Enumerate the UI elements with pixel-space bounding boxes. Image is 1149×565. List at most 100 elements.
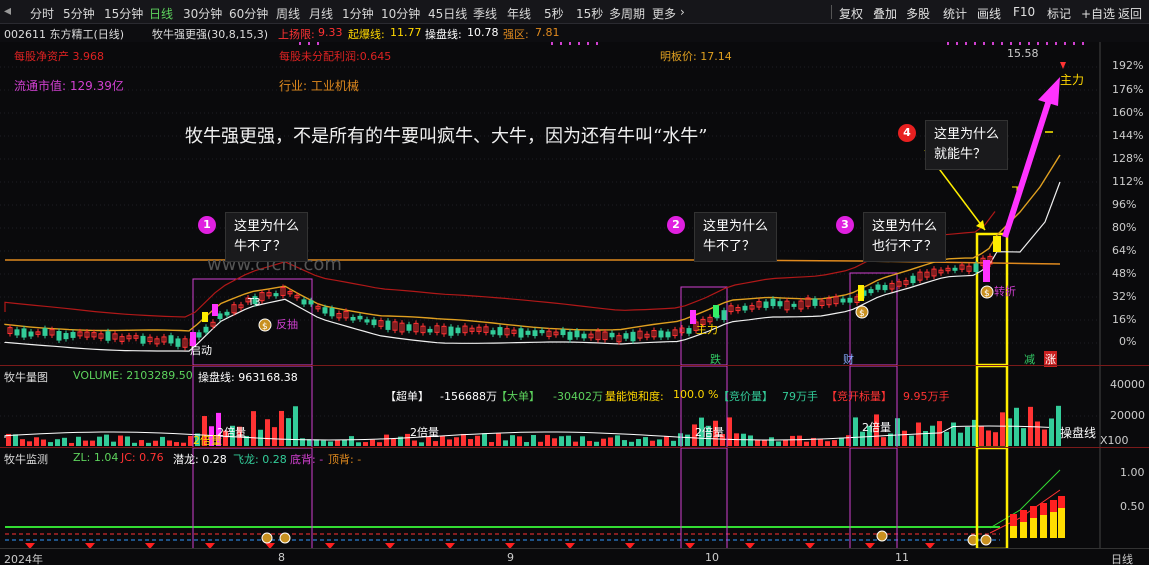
volume-bar xyxy=(104,434,109,446)
coin-icon xyxy=(876,530,888,542)
add-favorite-button[interactable]: +自选 xyxy=(1081,5,1115,22)
period-tab-fenshi[interactable]: 分时 xyxy=(30,5,54,22)
multi-stock-button[interactable]: 多股 xyxy=(906,5,930,22)
volume-bar xyxy=(27,441,32,446)
volume-bar xyxy=(566,435,571,446)
baohe-value: 100.0 % xyxy=(673,388,719,401)
volume-bar xyxy=(48,442,53,446)
volume-bar xyxy=(440,435,445,446)
volume-bar xyxy=(363,442,368,446)
signal-bar-yellow xyxy=(1058,508,1065,538)
volume-bar xyxy=(979,426,984,446)
period-tab-1min[interactable]: 1分钟 xyxy=(342,5,374,22)
stats-button[interactable]: 统计 xyxy=(943,5,967,22)
period-tab-5s[interactable]: 5秒 xyxy=(544,5,564,22)
fuquan-button[interactable]: 复权 xyxy=(839,5,863,22)
volume-panel[interactable]: 牧牛量图 VOLUME: 2103289.50 操盘线: 963168.38 【… xyxy=(0,365,1149,448)
period-tab-year[interactable]: 年线 xyxy=(507,5,531,22)
shangjixian-value: 9.33 xyxy=(318,26,343,39)
candle-body xyxy=(140,335,146,344)
kline-svg: $ $ $ xyxy=(0,42,1101,365)
callout-3: 这里为什么 也行不了？ xyxy=(863,212,947,262)
volume-bar xyxy=(650,440,655,446)
period-tab-15s[interactable]: 15秒 xyxy=(576,5,603,22)
callout-1: 这里为什么 牛不了？ xyxy=(225,212,309,262)
period-tab-more[interactable]: 更多 xyxy=(652,5,676,22)
volume-bar xyxy=(139,440,144,446)
period-tab-multi[interactable]: 多周期 xyxy=(609,5,645,22)
candle-body xyxy=(105,331,111,341)
volume-bar xyxy=(69,442,74,446)
dadan-label: 【大单】 xyxy=(496,390,540,403)
overlay-button[interactable]: 叠加 xyxy=(873,5,897,22)
jingjia-label: 【竞价量】 xyxy=(718,390,773,403)
top-marker xyxy=(308,42,310,45)
candle-body xyxy=(721,310,727,321)
draw-line-button[interactable]: 画线 xyxy=(977,5,1001,22)
top-marker xyxy=(1082,42,1084,45)
top-marker xyxy=(1055,42,1057,45)
period-tab-10min[interactable]: 10分钟 xyxy=(381,5,420,22)
candle-body xyxy=(203,326,209,333)
fanchou-annotation: 反抽 xyxy=(276,318,298,331)
volume-bar xyxy=(433,441,438,446)
candle-body xyxy=(364,319,370,323)
volume-bar xyxy=(552,438,557,446)
volume-bar xyxy=(335,440,340,446)
candle-body xyxy=(581,333,587,339)
top-marker xyxy=(1064,42,1066,45)
menu-icon[interactable]: ◂ xyxy=(4,3,11,19)
volume-bar xyxy=(55,439,60,446)
candle-body xyxy=(371,319,377,326)
candle-yellow xyxy=(993,236,1001,252)
period-tab-30min[interactable]: 30分钟 xyxy=(183,5,222,22)
x-label-month: 9 xyxy=(507,551,514,564)
volume-bar xyxy=(153,440,158,446)
period-tab-15min[interactable]: 15分钟 xyxy=(104,5,143,22)
volume-bar xyxy=(76,436,81,446)
period-tab-month[interactable]: 月线 xyxy=(309,5,333,22)
more-chevron-icon[interactable]: › xyxy=(680,5,685,19)
candle-body xyxy=(56,330,62,341)
monitor-panel[interactable]: 牧牛监测 ZL: 1.04 JC: 0.76 潜龙: 0.28 飞龙: 0.28… xyxy=(0,447,1149,549)
volume-bar xyxy=(510,435,515,446)
candle-body xyxy=(686,328,692,334)
volume-bar xyxy=(125,436,130,446)
top-marker xyxy=(560,42,562,45)
back-button[interactable]: 返回 xyxy=(1118,5,1142,22)
volume-bar xyxy=(454,437,459,446)
period-tab-quarter[interactable]: 季线 xyxy=(473,5,497,22)
top-marker xyxy=(992,42,994,45)
period-tab-week[interactable]: 周线 xyxy=(276,5,300,22)
candle-body xyxy=(910,275,916,284)
period-tab-45day[interactable]: 45日线 xyxy=(428,5,467,22)
volume-bar xyxy=(545,434,550,446)
top-marker xyxy=(1010,42,1012,45)
volume-bar xyxy=(41,439,46,446)
candle-body xyxy=(770,298,776,307)
f10-button[interactable]: F10 xyxy=(1013,5,1035,19)
candle-body xyxy=(812,298,818,306)
candle-body xyxy=(840,298,846,303)
period-tab-day[interactable]: 日线 xyxy=(149,5,173,22)
volume-bar xyxy=(797,435,802,446)
beiliang-annotation: 2倍量 xyxy=(410,426,439,439)
candle-body xyxy=(63,333,69,340)
kline-main-chart[interactable]: $ $ $ 每股净资产 3.968 每股未分配利润:0.645 明板价: 17.14… xyxy=(0,42,1149,367)
volume-bar xyxy=(279,410,284,446)
volume-bar xyxy=(587,440,592,446)
volume-bar xyxy=(1035,421,1040,446)
volume-bar xyxy=(1014,407,1019,446)
period-tab-5min[interactable]: 5分钟 xyxy=(63,5,95,22)
top-marker xyxy=(974,42,976,45)
volume-bar xyxy=(517,436,522,446)
candle-body xyxy=(175,338,181,347)
callout-2-number: 2 xyxy=(667,216,685,234)
y-tick: 176% xyxy=(1112,83,1144,96)
indicator-name[interactable]: 牧牛强更强(30,8,15,3) xyxy=(152,26,268,42)
mark-button[interactable]: 标记 xyxy=(1047,5,1071,22)
toolbar-divider xyxy=(831,5,832,19)
top-marker xyxy=(596,42,598,45)
period-tab-60min[interactable]: 60分钟 xyxy=(229,5,268,22)
candle-body xyxy=(42,328,48,336)
